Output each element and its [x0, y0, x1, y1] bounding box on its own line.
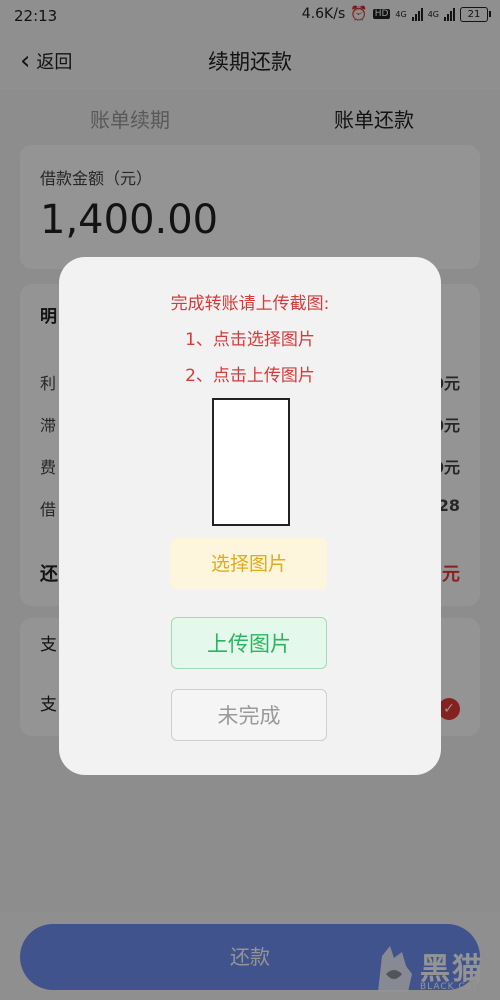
select-image-button[interactable]: 选择图片: [171, 538, 327, 590]
not-completed-button[interactable]: 未完成: [171, 689, 327, 741]
upload-image-button[interactable]: 上传图片: [171, 617, 327, 669]
dialog-instruction: 完成转账请上传截图:: [170, 294, 330, 314]
image-preview: [212, 398, 290, 526]
dialog-step-1: 1、点击选择图片: [185, 330, 315, 350]
upload-screenshot-dialog: 完成转账请上传截图: 1、点击选择图片 2、点击上传图片 选择图片 上传图片 未…: [59, 257, 441, 775]
dialog-step-2: 2、点击上传图片: [185, 366, 315, 386]
